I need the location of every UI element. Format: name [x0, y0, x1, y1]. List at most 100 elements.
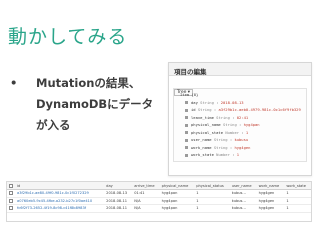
table-row[interactable]: fc6f2f73-2652-4f19-8c98-c41f8b8983f 2018-… [7, 204, 311, 213]
slide-title: 動かしてみる [8, 26, 128, 48]
cell-id[interactable]: a3f29b1c-ae80-49f0-981c-0c1f0272329 [15, 189, 105, 198]
column-header-work-state[interactable]: work_state [284, 182, 311, 190]
attribute-marker-icon [185, 101, 188, 104]
cell-physical-status: 1 [194, 204, 230, 213]
bullet-icon: • [10, 76, 18, 90]
column-header-day[interactable]: day [104, 182, 133, 190]
cell-physical-name: hyg4pan [159, 204, 195, 213]
tree-attribute-row[interactable]: leave_time String : 02:41 [174, 114, 306, 122]
cell-day: 2018-08-11 [104, 197, 133, 205]
table-header-row: id day arrive_time physical_name physical_st… [7, 182, 311, 190]
cell-id[interactable]: fc6f2f73-2652-4f19-8c98-c41f8b8983f [15, 204, 105, 213]
table-row[interactable]: a0760eb5-9c45-4fbe-a232-b27c1f0ae410 2018… [7, 197, 311, 205]
cell-id[interactable]: a0760eb5-9c45-4fbe-a232-b27c1f0ae410 [15, 197, 105, 205]
attribute-marker-icon [185, 138, 188, 142]
attribute-key: leave_time [191, 114, 214, 120]
select-all-cell [7, 182, 15, 190]
attribute-marker-icon [185, 123, 188, 127]
cell-work-state: 1 [284, 197, 311, 205]
attribute-colon: : [213, 99, 221, 105]
cell-physical-status: 1 [194, 189, 230, 198]
tree-attribute-row[interactable]: id String : a3f29b1c-aeb0-4979-981c-0c1c… [174, 106, 306, 114]
attribute-type: String [213, 144, 228, 150]
tree-attribute-row[interactable]: user_name String : kubusu [174, 136, 306, 144]
items-table: id day arrive_time physical_name physical_st… [7, 182, 311, 213]
cell-work-state: 1 [284, 204, 311, 213]
cell-arrive-time: 01:41 [132, 189, 160, 198]
edit-item-panel: 項目の編集 Tree ▾ Item {8} day String : 2018-… [168, 62, 312, 176]
attribute-value[interactable]: hyg4gen [234, 145, 250, 150]
cell-user-name: kubus... [229, 189, 257, 198]
attribute-marker-icon [185, 108, 188, 112]
attribute-colon: : [229, 152, 237, 157]
attribute-type: Number [225, 129, 240, 135]
attribute-type: String [197, 107, 212, 112]
attribute-value[interactable]: 1 [237, 152, 239, 157]
row-select-cell [7, 197, 15, 205]
cell-day: 2018-08-11 [104, 204, 133, 213]
attribute-value[interactable]: 1 [246, 130, 248, 135]
attribute-key: physical_name [191, 122, 221, 127]
panel-title: 項目の編集 [169, 63, 311, 76]
tree-attribute-row[interactable]: physical_name String : hyg4pan [174, 121, 306, 129]
cell-physical-name: hyg4pan [159, 197, 195, 205]
attribute-type: String [200, 99, 214, 105]
attribute-marker-icon [185, 146, 188, 149]
attribute-colon: : [229, 114, 237, 120]
select-all-checkbox[interactable] [9, 183, 13, 188]
attribute-key: physical_state [191, 129, 224, 135]
column-header-user-name[interactable]: user_name [229, 182, 257, 190]
row-checkbox[interactable] [9, 198, 13, 203]
attribute-type: String [216, 114, 230, 120]
cell-work-name: hyg4gen [256, 197, 285, 205]
column-header-id[interactable]: id [15, 182, 105, 190]
attribute-type: String [223, 122, 237, 127]
attribute-type: Number [216, 152, 230, 157]
cell-physical-status: 1 [194, 197, 230, 205]
row-select-cell [7, 189, 15, 198]
row-checkbox[interactable] [9, 191, 13, 196]
row-select-cell [7, 204, 15, 213]
cell-work-name: hyg4gen [256, 204, 285, 213]
column-header-work-name[interactable]: work_name [256, 182, 285, 190]
column-header-physical-status[interactable]: physical_status [194, 182, 230, 190]
attribute-value[interactable]: kubusu [234, 137, 248, 142]
attribute-marker-icon [185, 153, 188, 157]
item-tree: Item {8} day String : 2018-08-13 id Strin… [173, 88, 307, 162]
attribute-marker-icon [185, 116, 188, 119]
tree-attribute-row[interactable]: physical_state Number : 1 [174, 129, 306, 137]
bullet-line-1: Mutationの結果、 [36, 76, 141, 90]
table-row[interactable]: a3f29b1c-ae80-49f0-981c-0c1f0272329 2018-… [7, 189, 311, 198]
attribute-value[interactable]: a3f29b1c-aeb0-4979-981c-0c1c6f9fb329 [218, 107, 300, 112]
cell-arrive-time: N/A [132, 204, 160, 213]
attribute-marker-icon [185, 131, 188, 134]
cell-user-name: kubus... [229, 204, 257, 213]
attribute-value[interactable]: hyg4pan [244, 122, 260, 127]
column-header-arrive-time[interactable]: arrive_time [132, 182, 160, 190]
items-table-container: id day arrive_time physical_name physical_st… [6, 181, 312, 222]
attribute-colon: : [236, 122, 244, 127]
tree-attribute-row[interactable]: work_name String : hyg4gen [174, 144, 306, 152]
column-header-physical-name[interactable]: physical_name [159, 182, 195, 190]
attribute-key: day [191, 99, 198, 105]
row-checkbox[interactable] [9, 206, 13, 211]
cell-physical-name: hyg4pan [159, 189, 195, 198]
tree-root[interactable]: Item {8} [174, 91, 306, 99]
attribute-key: work_state [191, 152, 214, 157]
attribute-type: String [213, 137, 228, 142]
cell-day: 2018-08-13 [104, 189, 133, 198]
cell-arrive-time: N/A [132, 197, 160, 205]
cell-work-name: hyg4gen [256, 189, 285, 198]
attribute-value[interactable]: 2018-08-13 [221, 100, 244, 105]
bullet-line-2: DynamoDBにデータ [36, 97, 154, 111]
tree-attribute-row[interactable]: day String : 2018-08-13 [174, 99, 306, 107]
attribute-key: user_name [191, 137, 212, 142]
attribute-key: work_name [191, 144, 212, 150]
tree-attribute-row[interactable]: work_state Number : 1 [174, 151, 306, 159]
bullet-line-3: が入る [36, 118, 71, 132]
attribute-key: id [191, 107, 196, 112]
attribute-value[interactable]: 02:41 [237, 115, 248, 120]
attribute-colon: : [239, 129, 246, 135]
bullet-text-block: • Mutationの結果、 DynamoDBにデータ が入る [10, 73, 160, 136]
cell-work-state: 1 [284, 189, 311, 198]
